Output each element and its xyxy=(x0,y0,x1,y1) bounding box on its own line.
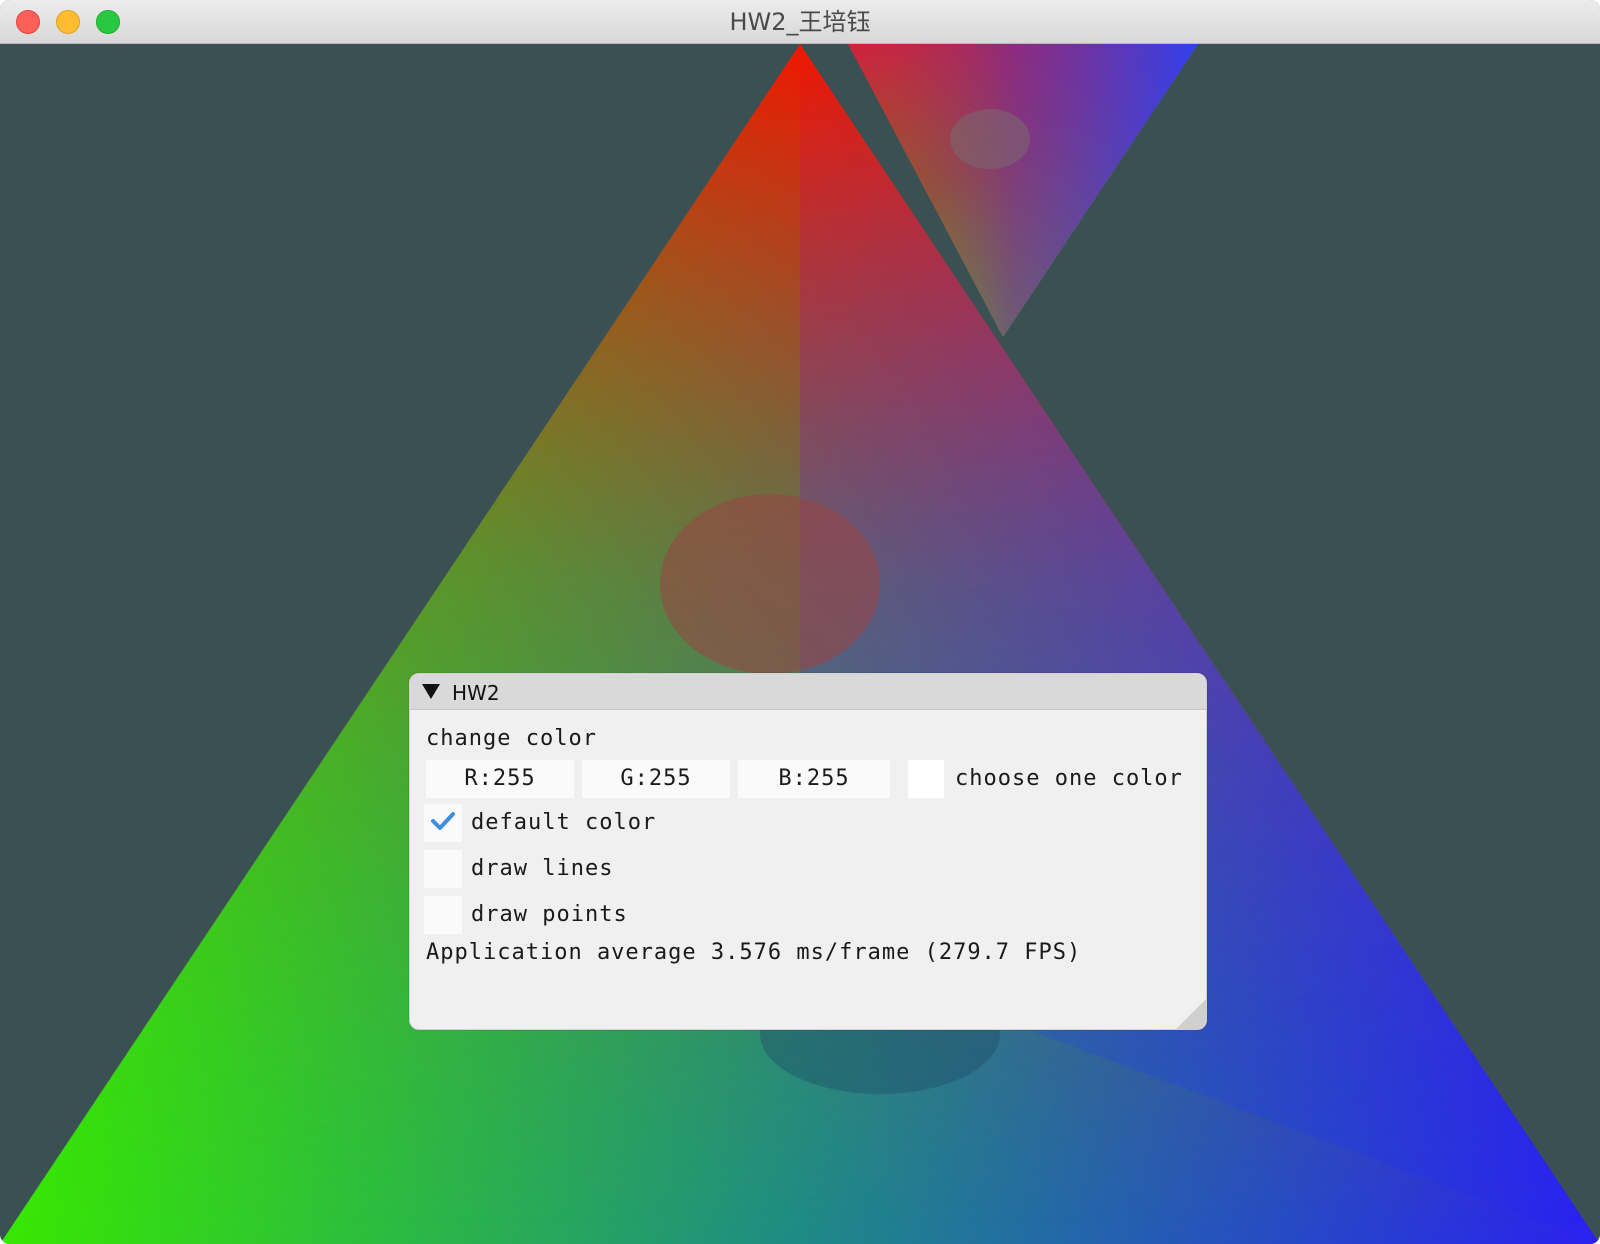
app-window: HW2_王培钰 HW2 change color R:255 G:255 B:2… xyxy=(0,0,1600,1244)
draw-lines-label: draw lines xyxy=(471,856,614,881)
panel-header[interactable]: HW2 xyxy=(410,674,1206,710)
default-color-checkbox[interactable] xyxy=(424,804,462,842)
panel-title: HW2 xyxy=(452,681,500,705)
draw-points-checkbox[interactable] xyxy=(424,896,462,934)
draw-lines-checkbox[interactable] xyxy=(424,850,462,888)
collapse-arrow-icon[interactable] xyxy=(422,684,440,699)
title-bar[interactable]: HW2_王培钰 xyxy=(0,0,1600,44)
b-value-field[interactable]: B:255 xyxy=(738,760,890,798)
change-color-label: change color xyxy=(426,726,597,751)
render-viewport xyxy=(0,44,1600,1244)
window-title: HW2_王培钰 xyxy=(729,8,871,36)
g-value-field[interactable]: G:255 xyxy=(582,760,730,798)
r-value-field[interactable]: R:255 xyxy=(426,760,574,798)
fps-stats-text: Application average 3.576 ms/frame (279.… xyxy=(426,940,1082,965)
render-canvas xyxy=(0,44,1600,1244)
checkmark-icon xyxy=(431,812,455,830)
hw2-control-panel[interactable]: HW2 change color R:255 G:255 B:255 choos… xyxy=(409,673,1207,1030)
color-swatch-button[interactable] xyxy=(908,760,944,798)
choose-color-label: choose one color xyxy=(955,766,1183,791)
default-color-label: default color xyxy=(471,810,657,835)
resize-grip[interactable] xyxy=(1176,999,1206,1029)
draw-points-label: draw points xyxy=(471,902,628,927)
